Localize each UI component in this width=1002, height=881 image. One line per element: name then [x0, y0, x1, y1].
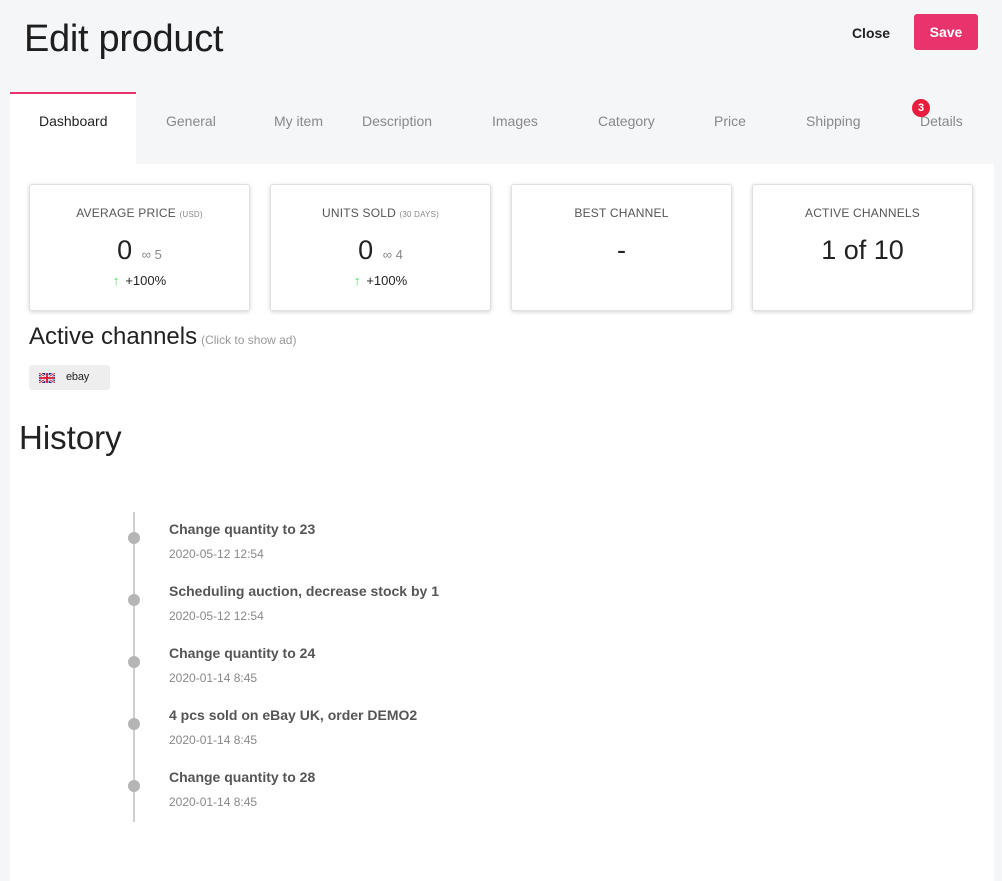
timeline-dot [128, 656, 140, 668]
history-item-title: Change quantity to 23 [169, 521, 316, 537]
click-hint: (Click to show ad) [201, 333, 297, 347]
history-item-time: 2020-05-12 12:54 [169, 609, 264, 623]
tab-category[interactable]: Category [598, 92, 678, 164]
history-item-time: 2020-01-14 8:45 [169, 733, 258, 747]
history-item-title: Change quantity to 24 [169, 645, 316, 661]
history-item: 4 pcs sold on eBay UK, order DEMO2 2020-… [10, 707, 710, 757]
tab-label: Price [714, 113, 746, 129]
channel-chip-ebay[interactable]: ebay [29, 365, 110, 390]
card-value-sub: ∞ 4 [382, 247, 403, 262]
timeline-dot [128, 532, 140, 544]
history-item-time: 2020-01-14 8:45 [169, 671, 258, 685]
history-item-title: Scheduling auction, decrease stock by 1 [169, 583, 439, 599]
tab-label: Description [362, 113, 433, 129]
save-button[interactable]: Save [914, 14, 978, 50]
card-label-unit: (USD) [179, 210, 203, 219]
card-label: UNITS SOLD (30 DAYS) [321, 206, 439, 220]
average-price-card: AVERAGE PRICE (USD) 0 ∞ 5 ↑ +100% [29, 184, 250, 311]
arrow-up-icon: ↑ [353, 273, 361, 288]
history-title: History [19, 419, 122, 456]
history-item-title: Change quantity to 28 [169, 769, 316, 785]
tab-label: Images [492, 113, 538, 129]
history-item: Scheduling auction, decrease stock by 1 … [10, 583, 710, 633]
page-header: Edit product Close Save [0, 0, 1002, 92]
card-value: 0 ∞ 5 [117, 235, 162, 265]
tab-shipping[interactable]: Shipping [806, 92, 886, 164]
timeline-dot [128, 594, 140, 606]
tab-images[interactable]: Images [492, 92, 562, 164]
active-channels-card: ACTIVE CHANNELS 1 of 10 [752, 184, 973, 311]
card-label: BEST CHANNEL [574, 206, 669, 220]
active-channels-title: Active channels (Click to show ad) [29, 323, 297, 350]
tab-general[interactable]: General [166, 92, 246, 164]
tab-label: Shipping [806, 113, 861, 129]
history-item: Change quantity to 23 2020-05-12 12:54 [10, 521, 710, 571]
units-sold-card: UNITS SOLD (30 DAYS) 0 ∞ 4 ↑ +100% [270, 184, 491, 311]
tab-details[interactable]: 3 Details [912, 92, 986, 164]
card-value: 0 ∞ 4 [358, 235, 403, 265]
tab-label: My item [274, 113, 323, 129]
arrow-up-icon: ↑ [112, 273, 120, 288]
history-item: Change quantity to 24 2020-01-14 8:45 [10, 645, 710, 695]
page-title: Edit product [24, 18, 224, 60]
close-button[interactable]: Close [840, 18, 902, 48]
card-value-sub: ∞ 5 [141, 247, 162, 262]
tab-my-item[interactable]: My item [274, 92, 324, 164]
card-label: ACTIVE CHANNELS [804, 206, 921, 220]
tab-label: Dashboard [39, 113, 108, 129]
card-value: - [617, 235, 626, 265]
uk-flag-icon [39, 373, 55, 383]
tab-price[interactable]: Price [714, 92, 774, 164]
card-label: AVERAGE PRICE (USD) [76, 206, 203, 220]
tab-dashboard[interactable]: Dashboard [10, 92, 136, 164]
best-channel-card: BEST CHANNEL - [511, 184, 732, 311]
tab-label: General [166, 113, 216, 129]
card-value: 1 of 10 [821, 235, 904, 265]
history-item-time: 2020-05-12 12:54 [169, 547, 264, 561]
timeline-dot [128, 718, 140, 730]
card-label-unit: (30 DAYS) [399, 210, 439, 219]
tab-bar: Dashboard General My item Description Im… [10, 92, 994, 164]
history-item: Change quantity to 28 2020-01-14 8:45 [10, 769, 710, 819]
tab-description[interactable]: Description [362, 92, 452, 164]
dashboard-panel: AVERAGE PRICE (USD) 0 ∞ 5 ↑ +100% UNITS S… [10, 164, 994, 881]
history-item-time: 2020-01-14 8:45 [169, 795, 258, 809]
tab-label: Category [598, 113, 655, 129]
card-change: ↑ +100% [353, 273, 408, 288]
notification-badge: 3 [912, 99, 930, 117]
tab-label: Details [920, 113, 963, 129]
card-change: ↑ +100% [112, 273, 167, 288]
chip-label: ebay [66, 371, 90, 383]
history-item-title: 4 pcs sold on eBay UK, order DEMO2 [169, 707, 418, 723]
timeline-dot [128, 780, 140, 792]
